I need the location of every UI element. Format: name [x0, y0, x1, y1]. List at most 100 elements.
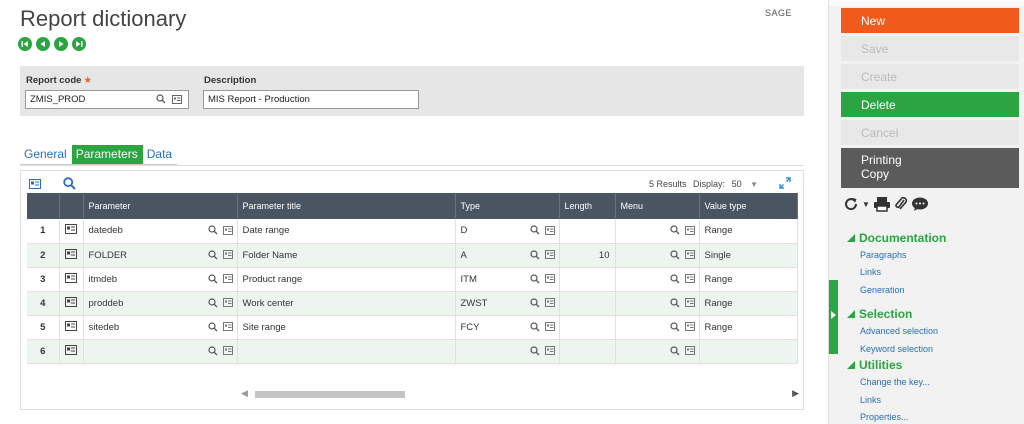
value-type-cell[interactable]: Range	[699, 291, 798, 316]
link-change-key[interactable]: Change the key...	[860, 377, 930, 387]
parameter-title-cell[interactable]: Folder Name	[237, 243, 456, 268]
header-parameter[interactable]: Parameter	[83, 193, 238, 219]
search-icon[interactable]	[529, 297, 540, 308]
detail-card-icon[interactable]	[544, 274, 555, 283]
menu-cell[interactable]	[615, 219, 700, 244]
parameter-cell[interactable]	[83, 339, 238, 364]
refresh-icon[interactable]	[843, 196, 859, 212]
search-icon[interactable]	[207, 249, 218, 260]
length-cell[interactable]	[559, 339, 616, 364]
parameter-title-cell[interactable]: Site range	[237, 315, 456, 340]
search-icon[interactable]	[156, 94, 166, 104]
detail-card-icon[interactable]	[172, 94, 182, 104]
detail-card-icon[interactable]	[222, 250, 233, 259]
search-icon[interactable]	[669, 273, 680, 284]
parameter-cell[interactable]: proddeb	[83, 291, 238, 316]
search-icon[interactable]	[529, 225, 540, 235]
first-record-icon[interactable]	[18, 37, 32, 51]
row-card-cell[interactable]	[59, 315, 84, 340]
row-card-icon[interactable]	[64, 344, 77, 355]
grid-search-icon[interactable]	[63, 177, 76, 190]
horizontal-scrollbar[interactable]: ◀ ▶	[231, 388, 799, 400]
length-cell[interactable]	[559, 315, 616, 340]
save-button[interactable]: Save	[841, 36, 1019, 61]
type-cell[interactable]: FCY	[455, 315, 560, 340]
search-icon[interactable]	[669, 345, 680, 356]
search-icon[interactable]	[207, 321, 218, 332]
section-selection[interactable]: Selection	[847, 307, 912, 321]
parameter-cell[interactable]: datedeb	[83, 219, 238, 244]
next-record-icon[interactable]	[54, 37, 68, 51]
header-value-type[interactable]: Value type	[699, 193, 798, 219]
link-paragraphs[interactable]: Paragraphs	[860, 250, 907, 260]
value-type-cell[interactable]: Range	[699, 267, 798, 292]
search-icon[interactable]	[207, 297, 218, 308]
detail-card-icon[interactable]	[684, 322, 695, 331]
search-icon[interactable]	[669, 249, 680, 260]
parameter-title-cell[interactable]	[237, 339, 456, 364]
section-documentation[interactable]: Documentation	[847, 231, 946, 245]
detail-card-icon[interactable]	[544, 322, 555, 331]
last-record-icon[interactable]	[72, 37, 86, 51]
printing-copy-button[interactable]: Printing Copy	[841, 148, 1019, 188]
detail-card-icon[interactable]	[222, 346, 233, 355]
row-card-icon[interactable]	[64, 248, 77, 259]
search-icon[interactable]	[207, 273, 218, 284]
collapse-arrow-icon[interactable]	[830, 310, 837, 320]
attachment-icon[interactable]	[894, 196, 908, 212]
row-card-cell[interactable]	[59, 219, 84, 244]
detail-card-icon[interactable]	[544, 298, 555, 307]
menu-cell[interactable]	[615, 315, 700, 340]
header-length[interactable]: Length	[559, 193, 616, 219]
header-menu[interactable]: Menu	[615, 193, 700, 219]
row-card-cell[interactable]	[59, 291, 84, 316]
description-input[interactable]: MIS Report - Production	[203, 90, 419, 109]
table-row[interactable]: 5 sitedeb Site range FCY Range	[27, 315, 798, 340]
menu-cell[interactable]	[615, 243, 700, 268]
row-card-icon[interactable]	[64, 224, 77, 235]
scroll-right-icon[interactable]: ▶	[792, 388, 799, 399]
section-utilities[interactable]: Utilities	[847, 358, 902, 372]
card-view-icon[interactable]	[29, 179, 41, 189]
detail-card-icon[interactable]	[684, 250, 695, 259]
detail-card-icon[interactable]	[222, 225, 233, 235]
detail-card-icon[interactable]	[544, 250, 555, 259]
delete-button[interactable]: Delete	[841, 92, 1019, 117]
parameter-cell[interactable]: itmdeb	[83, 267, 238, 292]
link-utilities-links[interactable]: Links	[860, 395, 881, 405]
tab-data[interactable]: Data	[142, 145, 178, 165]
parameter-title-cell[interactable]: Product range	[237, 267, 456, 292]
table-row[interactable]: 1 datedeb Date range D Range	[27, 219, 798, 244]
cancel-button[interactable]: Cancel	[841, 120, 1019, 145]
row-card-icon[interactable]	[64, 272, 77, 283]
menu-cell[interactable]	[615, 291, 700, 316]
link-properties[interactable]: Properties...	[860, 412, 909, 422]
search-icon[interactable]	[529, 249, 540, 260]
search-icon[interactable]	[529, 345, 540, 356]
new-button[interactable]: New	[841, 8, 1019, 33]
table-row[interactable]: 4 proddeb Work center ZWST Range	[27, 291, 798, 316]
header-parameter-title[interactable]: Parameter title	[237, 193, 456, 219]
comment-icon[interactable]	[911, 197, 929, 212]
search-icon[interactable]	[529, 321, 540, 332]
row-card-cell[interactable]	[59, 243, 84, 268]
link-links[interactable]: Links	[860, 267, 881, 277]
detail-card-icon[interactable]	[222, 322, 233, 331]
type-cell[interactable]: ZWST	[455, 291, 560, 316]
length-cell[interactable]	[559, 267, 616, 292]
length-cell[interactable]	[559, 219, 616, 244]
dropdown-arrow-icon[interactable]: ▼	[750, 180, 758, 189]
link-generation[interactable]: Generation	[860, 285, 905, 295]
table-row[interactable]: 6	[27, 339, 798, 364]
detail-card-icon[interactable]	[684, 225, 695, 235]
row-card-icon[interactable]	[64, 296, 77, 307]
refresh-dropdown-icon[interactable]: ▼	[862, 200, 870, 209]
table-row[interactable]: 2 FOLDER Folder Name A 10 Single	[27, 243, 798, 268]
previous-record-icon[interactable]	[36, 37, 50, 51]
table-row[interactable]: 3 itmdeb Product range ITM Range	[27, 267, 798, 292]
detail-card-icon[interactable]	[222, 298, 233, 307]
search-icon[interactable]	[529, 273, 540, 284]
detail-card-icon[interactable]	[544, 346, 555, 355]
print-icon[interactable]	[873, 196, 891, 212]
parameter-title-cell[interactable]: Work center	[237, 291, 456, 316]
